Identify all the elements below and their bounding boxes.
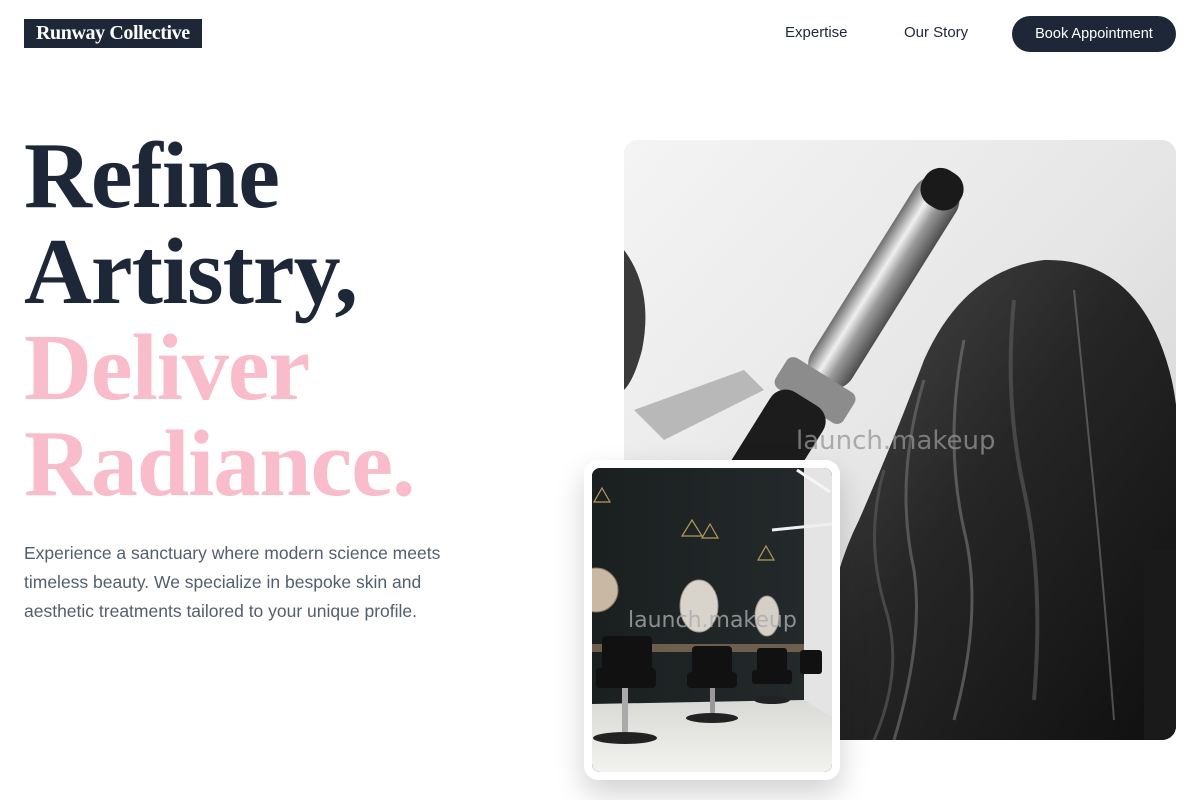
hero-inset-image-card: launch.makeup: [584, 460, 840, 780]
brand-logo[interactable]: Runway Collective: [24, 19, 202, 48]
headline-line-2: Artistry,: [24, 220, 358, 324]
site-header: Runway Collective Expertise Our Story Bo…: [0, 0, 1200, 68]
book-appointment-button[interactable]: Book Appointment: [1012, 16, 1176, 52]
headline-line-3: Deliver: [24, 316, 310, 420]
salon-interior-image: launch.makeup: [592, 468, 832, 772]
nav-link-our-story[interactable]: Our Story: [904, 24, 968, 41]
hero-headline: Refine Artistry, Deliver Radiance.: [24, 128, 415, 512]
salon-interior-illustration: [592, 468, 832, 772]
hero-intro-text: Experience a sanctuary where modern scie…: [24, 543, 441, 621]
headline-line-4: Radiance.: [24, 412, 415, 516]
headline-line-1: Refine: [24, 124, 280, 228]
nav-link-expertise[interactable]: Expertise: [785, 24, 848, 41]
